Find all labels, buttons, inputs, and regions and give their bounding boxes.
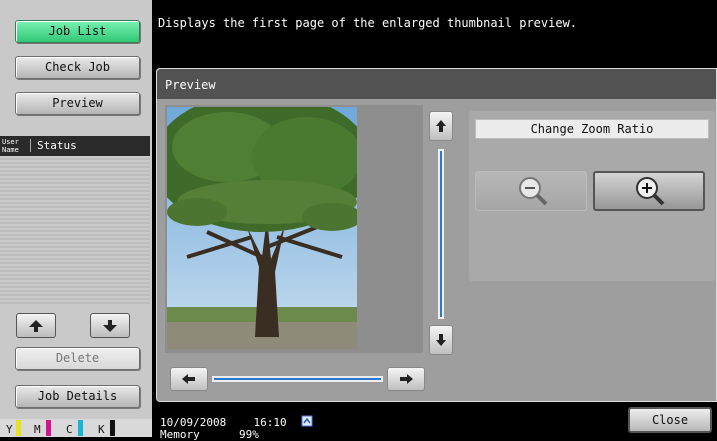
check-job-button[interactable]: Check Job [15, 56, 140, 79]
preview-scroll-up-button[interactable] [429, 111, 453, 141]
toner-m-bar [46, 420, 51, 436]
vertical-scrollbar-thumb[interactable] [440, 151, 442, 317]
column-user-name-line1: User [2, 138, 19, 146]
toner-y-bar [16, 420, 21, 436]
memory-status: Memory 99% [160, 428, 259, 441]
preview-window: Preview Change Zoom Ratio [156, 68, 717, 402]
preview-button[interactable]: Preview [15, 92, 140, 115]
arrow-left-icon [182, 374, 195, 384]
horizontal-scrollbar-thumb[interactable] [214, 378, 381, 380]
help-message: Displays the first page of the enlarged … [158, 16, 578, 30]
zoom-panel: Change Zoom Ratio [469, 111, 715, 281]
preview-image-panel[interactable] [165, 105, 423, 353]
toner-c-bar [78, 420, 83, 436]
zoom-out-button[interactable] [475, 171, 587, 211]
toner-k-label: K [98, 423, 105, 436]
toner-levels: Y M C K [0, 419, 152, 437]
preview-thumbnail-image [167, 107, 357, 349]
arrow-right-icon [400, 374, 413, 384]
job-list-column-header: User Name Status [0, 136, 150, 156]
preview-scroll-down-button[interactable] [429, 325, 453, 355]
arrow-down-icon [103, 320, 117, 332]
zoom-in-magnifier-icon [636, 177, 665, 206]
delete-button[interactable]: Delete [15, 347, 140, 370]
memory-label: Memory [160, 428, 200, 441]
toner-c-label: C [66, 423, 73, 436]
list-scroll-down-button[interactable] [90, 313, 130, 338]
job-details-button[interactable]: Job Details [15, 385, 140, 408]
toner-m-label: M [34, 423, 41, 436]
column-status[interactable]: Status [30, 139, 77, 152]
zoom-out-magnifier-icon [519, 177, 548, 206]
zoom-ratio-label: Change Zoom Ratio [475, 119, 709, 139]
left-panel: Job List Check Job Preview User Name Sta… [0, 0, 152, 437]
column-user-name[interactable]: User Name [2, 138, 19, 154]
column-user-name-line2: Name [2, 146, 19, 154]
arrow-up-icon [436, 120, 446, 132]
toner-y-label: Y [6, 423, 13, 436]
preview-scroll-left-button[interactable] [170, 367, 208, 391]
arrow-down-icon [436, 334, 446, 346]
memory-value: 99% [239, 428, 259, 441]
job-list-button[interactable]: Job List [15, 20, 140, 43]
preview-scroll-right-button[interactable] [387, 367, 425, 391]
arrow-up-icon [29, 320, 43, 332]
list-scroll-up-button[interactable] [16, 313, 56, 338]
close-button[interactable]: Close [628, 407, 712, 433]
zoom-in-button[interactable] [593, 171, 705, 211]
job-list-area[interactable] [0, 156, 150, 306]
toner-k-bar [110, 420, 115, 436]
date-time-display: 10/09/2008 16:10 [160, 415, 313, 429]
network-status-icon [301, 415, 313, 427]
preview-window-title: Preview [157, 69, 716, 99]
